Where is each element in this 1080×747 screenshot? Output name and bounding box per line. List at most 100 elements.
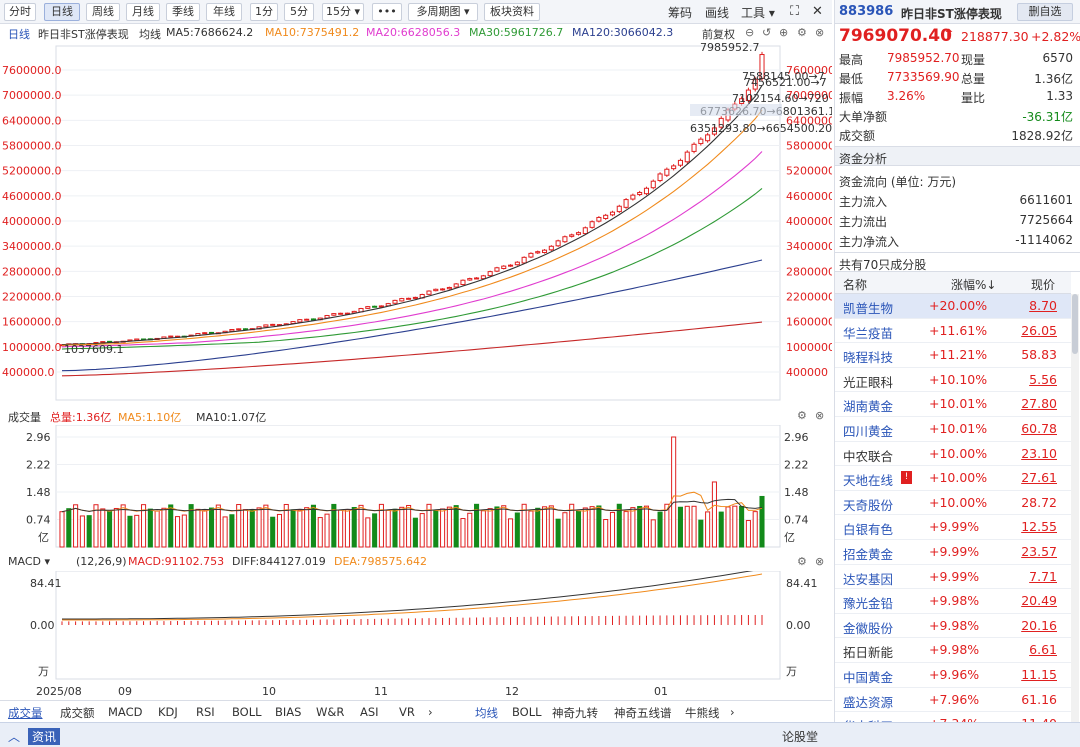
tab-turnover[interactable]: 成交额 — [60, 705, 95, 721]
stock-name[interactable]: 华兰疫苗 — [843, 323, 893, 342]
close-panel-icon[interactable]: ⊗ — [815, 26, 824, 39]
tab2-ma[interactable]: 均线 — [475, 705, 498, 721]
candle-body — [236, 328, 242, 331]
tab-macd[interactable]: MACD — [108, 705, 142, 719]
col-name-header[interactable]: 名称 — [843, 276, 867, 293]
table-row[interactable]: 豫光金铅 +9.98% 20.49 — [835, 589, 1071, 614]
remove-favorite-button[interactable]: 删自选 — [1017, 3, 1073, 21]
volume-settings-icon[interactable]: ⚙ — [797, 409, 807, 422]
stock-name[interactable]: 四川黄金 — [843, 421, 893, 440]
chips-button[interactable]: 筹码 — [668, 4, 692, 21]
macd-settings-icon[interactable]: ⚙ — [797, 555, 807, 568]
col-price-header[interactable]: 现价 — [1031, 276, 1055, 293]
sector-info-button[interactable]: 板块资料 — [484, 3, 540, 21]
stock-name[interactable]: 金徽股份 — [843, 618, 893, 637]
stock-name[interactable]: 天地在线 — [843, 470, 893, 489]
tab-kdj[interactable]: KDJ — [158, 705, 178, 719]
tools-button[interactable]: 工具 ▾ — [741, 4, 775, 21]
fullscreen-icon[interactable]: ⛶ — [790, 4, 799, 19]
table-row[interactable]: 中国黄金 +9.96% 11.15 — [835, 663, 1071, 688]
draw-button[interactable]: 画线 — [705, 4, 729, 21]
period-btn-1m[interactable]: 1分 — [250, 3, 278, 21]
tab-bias[interactable]: BIAS — [275, 705, 301, 719]
settings-icon[interactable]: ⚙ — [797, 26, 807, 39]
stock-name[interactable]: 白银有色 — [843, 519, 893, 538]
constituents-scrollbar[interactable] — [1071, 294, 1079, 722]
adjust-label[interactable]: 前复权 — [702, 26, 735, 42]
macd-close-icon[interactable]: ⊗ — [815, 555, 824, 568]
table-row[interactable]: 晓程科技 +11.21% 58.83 — [835, 343, 1071, 368]
forum-tab[interactable]: 论股堂 — [782, 728, 818, 745]
table-row[interactable]: 盛达资源 +7.96% 61.16 — [835, 688, 1071, 713]
stock-name[interactable]: 中农联合 — [843, 446, 893, 465]
stock-name[interactable]: 豫光金铅 — [843, 593, 893, 612]
tab-rsi[interactable]: RSI — [196, 705, 215, 719]
table-row[interactable]: 拓日新能 +9.98% 6.61 — [835, 638, 1071, 663]
table-row[interactable]: 金徽股份 +9.98% 20.16 — [835, 614, 1071, 639]
tab-wr[interactable]: W&R — [316, 705, 344, 719]
table-row[interactable]: 凯普生物 +20.00% 8.70 — [835, 294, 1071, 319]
table-row[interactable]: 白银有色 +9.99% 12.55 — [835, 515, 1071, 540]
capital-section-header[interactable]: 资金分析 — [835, 146, 1080, 166]
table-row[interactable]: 达安基因 +9.99% 7.71 — [835, 565, 1071, 590]
news-tab[interactable]: 资讯 — [28, 728, 61, 745]
period-btn-minute[interactable]: 分时 — [4, 3, 36, 21]
period-btn-day[interactable]: 日线 — [44, 3, 80, 21]
stock-name[interactable]: 拓日新能 — [843, 642, 893, 661]
volume-chart[interactable]: 2.96 2.96 2.22 2.22 1.48 1.48 0.74 0.74 亿 亿 — [0, 425, 832, 553]
stock-name[interactable]: 招金黄金 — [843, 544, 893, 563]
period-btn-year[interactable]: 年线 — [206, 3, 242, 21]
tabs2-next-icon[interactable]: › — [730, 705, 735, 719]
tab2-bullbear[interactable]: 牛熊线 — [685, 705, 720, 721]
period-btn-15m[interactable]: 15分 ▾ — [322, 3, 364, 21]
zoom-out-icon[interactable]: ⊖ — [745, 26, 754, 39]
stock-name[interactable]: 凯普生物 — [843, 298, 893, 317]
stock-name[interactable]: 湖南黄金 — [843, 396, 893, 415]
table-row[interactable]: 天地在线 +10.00% 27.61! — [835, 466, 1071, 491]
macd-title[interactable]: MACD ▾ — [8, 555, 50, 568]
tabs-next-icon[interactable]: › — [428, 705, 433, 719]
tab2-five[interactable]: 神奇五线谱 — [614, 705, 672, 721]
stock-name[interactable]: 晓程科技 — [843, 347, 893, 366]
multi-period-button[interactable]: 多周期图 ▾ — [408, 3, 478, 21]
table-row[interactable]: 华兰疫苗 +11.61% 26.05 — [835, 319, 1071, 344]
tab-boll[interactable]: BOLL — [232, 705, 262, 719]
stock-pct: +9.99% — [929, 544, 980, 559]
candle-body — [297, 319, 303, 323]
macd-chart[interactable]: 84.41 84.41 0.00 0.00 万 万 — [0, 571, 832, 681]
tab-asi[interactable]: ASI — [360, 705, 379, 719]
undo-icon[interactable]: ↺ — [762, 26, 771, 39]
period-btn-quarter[interactable]: 季线 — [166, 3, 200, 21]
tab-vr[interactable]: VR — [399, 705, 415, 719]
stock-name[interactable]: 盛达资源 — [843, 692, 893, 711]
stock-pct: +20.00% — [929, 298, 988, 313]
candle-body — [521, 256, 527, 264]
col-pct-header[interactable]: 涨幅%↓ — [951, 276, 996, 293]
volume-close-icon[interactable]: ⊗ — [815, 409, 824, 422]
table-row[interactable]: 光正眼科 +10.10% 5.56 — [835, 368, 1071, 393]
candle-body — [453, 283, 459, 288]
table-row[interactable]: 四川黄金 +10.01% 60.78 — [835, 417, 1071, 442]
collapse-icon[interactable]: ︿ — [8, 728, 20, 745]
tab-volume[interactable]: 成交量 — [8, 705, 43, 721]
capital-label: 主力净流入 — [839, 235, 900, 249]
period-btn-5m[interactable]: 5分 — [284, 3, 314, 21]
tab2-nine[interactable]: 神奇九转 — [552, 705, 598, 721]
candle-body — [202, 332, 208, 335]
more-periods-button[interactable]: ••• — [372, 3, 402, 21]
period-btn-week[interactable]: 周线 — [86, 3, 120, 21]
stock-name[interactable]: 天奇股份 — [843, 495, 893, 514]
table-row[interactable]: 湖南黄金 +10.01% 27.80 — [835, 392, 1071, 417]
tab2-boll[interactable]: BOLL — [512, 705, 542, 719]
stock-name[interactable]: 光正眼科 — [843, 372, 893, 391]
close-icon[interactable]: ✕ — [812, 4, 823, 19]
stock-name[interactable]: 中国黄金 — [843, 667, 893, 686]
zoom-in-icon[interactable]: ⊕ — [779, 26, 788, 39]
period-btn-month[interactable]: 月线 — [126, 3, 160, 21]
table-row[interactable]: 招金黄金 +9.99% 23.57 — [835, 540, 1071, 565]
table-row[interactable]: 中农联合 +10.00% 23.10 — [835, 442, 1071, 467]
price-chart[interactable]: 7600000.0 76000007000000.0 70000006400000.… — [0, 42, 832, 404]
table-row[interactable]: 天奇股份 +10.00% 28.72 — [835, 491, 1071, 516]
stock-name[interactable]: 达安基因 — [843, 569, 893, 588]
scroll-thumb[interactable] — [1072, 294, 1078, 354]
